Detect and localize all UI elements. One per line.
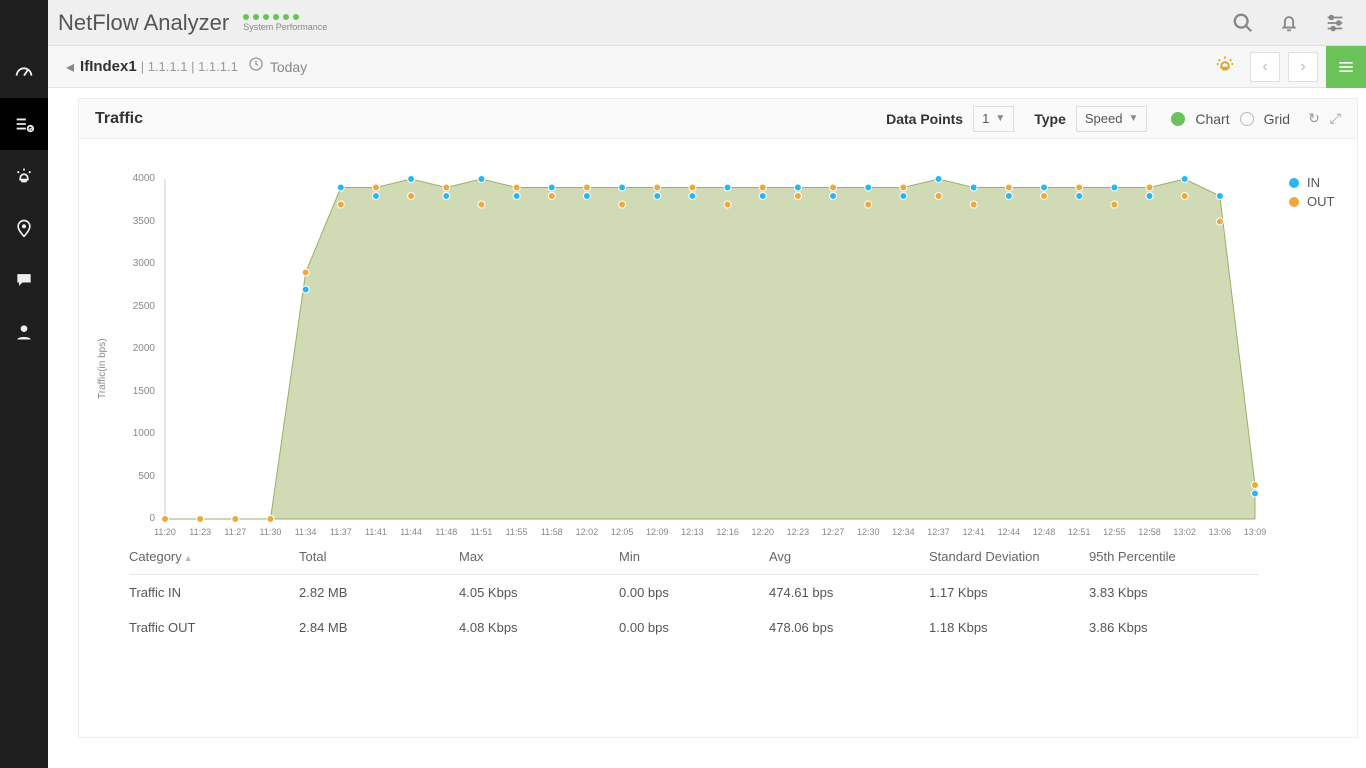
prev-button[interactable]: ‹ — [1250, 52, 1280, 82]
stats-table: Category▲ Total Max Min Avg Standard Dev… — [129, 539, 1259, 645]
col-sd[interactable]: Standard Deviation — [929, 549, 1089, 564]
sidebar-item-alarms[interactable] — [0, 150, 48, 202]
clock-icon — [248, 56, 264, 77]
panel-menu-button[interactable] — [1326, 46, 1366, 88]
sidebar-item-chat[interactable] — [0, 254, 48, 306]
sidebar-item-dashboard[interactable] — [0, 46, 48, 98]
cell-sd: 1.17 Kbps — [929, 585, 1089, 600]
traffic-panel: Traffic Data Points 1▼ Type Speed▼ Chart… — [78, 98, 1358, 738]
panel-title: Traffic — [95, 110, 143, 128]
cell-p95: 3.83 Kbps — [1089, 585, 1249, 600]
breadcrumb-bar: ◂ IfIndex1 | 1.1.1.1 | 1.1.1.1 Today ‹ › — [48, 46, 1366, 88]
cell-category: Traffic IN — [129, 585, 299, 600]
chart-radio[interactable] — [1171, 112, 1185, 126]
interface-path: | 1.1.1.1 | 1.1.1.1 — [141, 59, 238, 74]
traffic-chart[interactable]: Traffic(in bps) 050010001500200025003000… — [95, 169, 1275, 529]
user-icon — [14, 322, 34, 342]
panel-header: Traffic Data Points 1▼ Type Speed▼ Chart… — [79, 99, 1357, 139]
table-header: Category▲ Total Max Min Avg Standard Dev… — [129, 539, 1259, 575]
sidebar-item-maps[interactable] — [0, 202, 48, 254]
cell-max: 4.05 Kbps — [459, 585, 619, 600]
settings-icon[interactable] — [1324, 12, 1346, 34]
cell-min: 0.00 bps — [619, 620, 769, 635]
chart-legend: IN OUT — [1289, 175, 1334, 213]
col-max[interactable]: Max — [459, 549, 619, 564]
alarm-icon[interactable] — [1214, 53, 1236, 80]
type-select[interactable]: Speed▼ — [1076, 106, 1148, 132]
grid-radio[interactable] — [1240, 112, 1254, 126]
next-button[interactable]: › — [1288, 52, 1318, 82]
app-title: NetFlow Analyzer — [58, 10, 229, 36]
cell-avg: 474.61 bps — [769, 585, 929, 600]
list-check-icon — [13, 113, 35, 135]
chat-icon — [14, 270, 34, 290]
type-label: Type — [1034, 111, 1066, 127]
top-header: NetFlow Analyzer System Performance — [0, 0, 1366, 46]
legend-item-in[interactable]: IN — [1289, 175, 1334, 190]
pin-icon — [14, 218, 34, 238]
system-performance-label: System Performance — [243, 22, 327, 32]
chart-radio-label: Chart — [1195, 111, 1229, 127]
col-min[interactable]: Min — [619, 549, 769, 564]
legend-item-out[interactable]: OUT — [1289, 194, 1334, 209]
data-points-label: Data Points — [886, 111, 963, 127]
gauge-icon — [13, 61, 35, 83]
cell-avg: 478.06 bps — [769, 620, 929, 635]
sidebar-item-inventory[interactable] — [0, 98, 48, 150]
back-button[interactable]: ◂ — [60, 57, 80, 77]
interface-title: IfIndex1 — [80, 58, 137, 75]
cell-min: 0.00 bps — [619, 585, 769, 600]
alert-light-icon — [13, 165, 35, 187]
left-sidebar — [0, 0, 48, 768]
table-row: Traffic OUT2.84 MB4.08 Kbps0.00 bps478.0… — [129, 610, 1259, 645]
refresh-icon[interactable]: ↻ — [1308, 110, 1320, 127]
cell-category: Traffic OUT — [129, 620, 299, 635]
search-icon[interactable] — [1232, 12, 1254, 34]
cell-sd: 1.18 Kbps — [929, 620, 1089, 635]
cell-total: 2.82 MB — [299, 585, 459, 600]
col-category[interactable]: Category▲ — [129, 549, 299, 564]
data-points-select[interactable]: 1▼ — [973, 106, 1014, 132]
expand-icon[interactable]: ⤢ — [1330, 110, 1341, 127]
sidebar-item-user[interactable] — [0, 306, 48, 358]
grid-radio-label: Grid — [1264, 111, 1290, 127]
cell-p95: 3.86 Kbps — [1089, 620, 1249, 635]
col-avg[interactable]: Avg — [769, 549, 929, 564]
system-performance-indicator[interactable]: System Performance — [243, 14, 327, 32]
col-p95[interactable]: 95th Percentile — [1089, 549, 1249, 564]
timeframe-link[interactable]: Today — [270, 59, 307, 75]
table-row: Traffic IN2.82 MB4.05 Kbps0.00 bps474.61… — [129, 575, 1259, 610]
bell-icon[interactable] — [1278, 12, 1300, 34]
col-total[interactable]: Total — [299, 549, 459, 564]
cell-max: 4.08 Kbps — [459, 620, 619, 635]
cell-total: 2.84 MB — [299, 620, 459, 635]
